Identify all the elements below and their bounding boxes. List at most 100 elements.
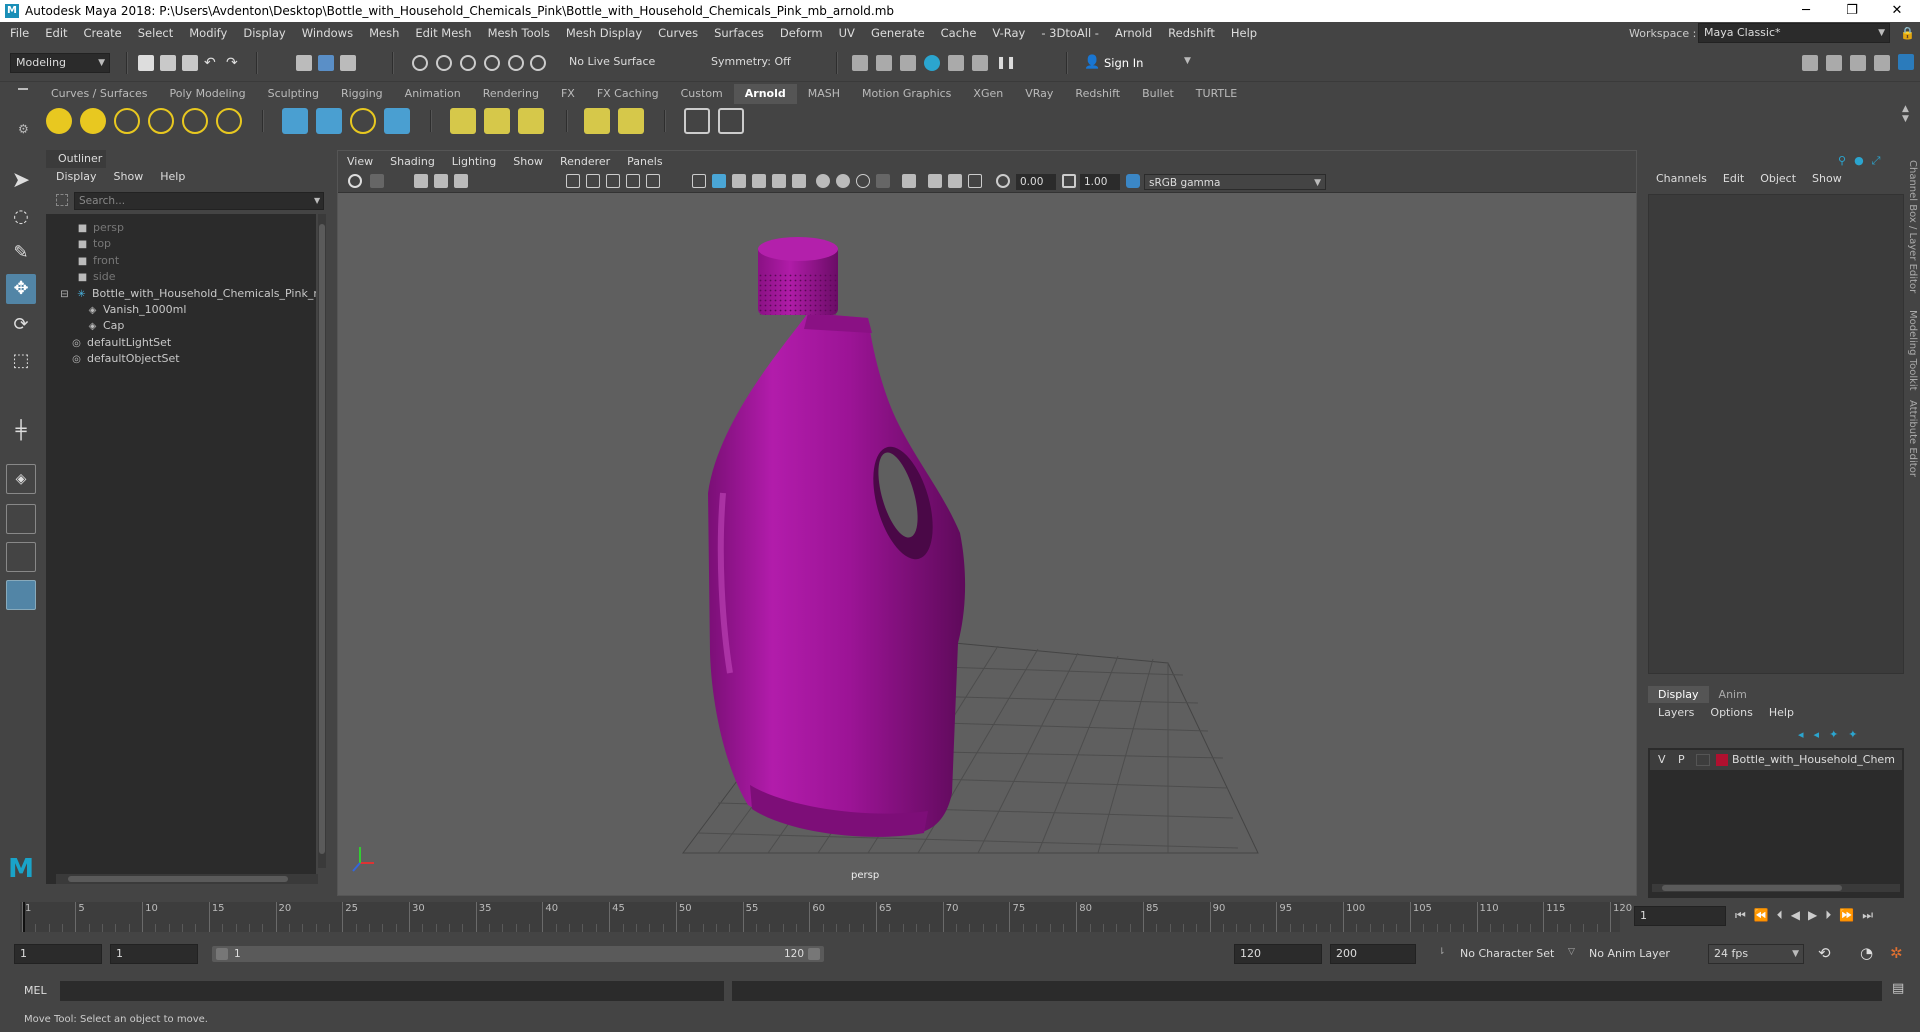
close-button[interactable]: ✕ — [1874, 0, 1920, 22]
move-tool-icon[interactable]: ✥ — [6, 274, 36, 304]
anti-aliasing-icon[interactable] — [856, 174, 870, 188]
viewport-menu-item[interactable]: Lighting — [443, 155, 504, 168]
open-scene-icon[interactable] — [160, 55, 176, 71]
menu-item[interactable]: Help — [1223, 26, 1265, 40]
menu-item[interactable]: - 3DtoAll - — [1033, 26, 1107, 40]
command-input[interactable] — [60, 981, 724, 1001]
channel-box-menu-item[interactable]: Channels — [1648, 172, 1715, 185]
loop-icon[interactable]: ⟲ — [1818, 944, 1831, 962]
arnold-play-render-icon[interactable] — [718, 108, 744, 134]
shelf-tab[interactable]: Motion Graphics — [851, 84, 962, 104]
arnold-physical-sky-icon[interactable] — [216, 108, 242, 134]
mode-dropdown[interactable]: Modeling ▼ — [10, 53, 110, 73]
snap-grid-icon[interactable] — [412, 55, 428, 71]
step-back-frame-icon[interactable]: ⏴ — [1777, 908, 1783, 923]
animation-start-field[interactable]: 1 — [14, 944, 102, 964]
pause-icon[interactable]: ❚❚ — [996, 55, 1016, 71]
menu-item[interactable]: Surfaces — [706, 26, 772, 40]
menu-item[interactable]: V-Ray — [984, 26, 1033, 40]
arnold-snapshot-icon[interactable] — [618, 108, 644, 134]
image-plane-icon[interactable] — [434, 174, 448, 188]
arnold-render-icon[interactable] — [972, 55, 988, 71]
xray-icon[interactable] — [928, 174, 942, 188]
exposure-field[interactable]: 0.00 — [1016, 174, 1056, 190]
snap-surface-icon[interactable] — [508, 55, 524, 71]
arnold-volume-icon[interactable] — [316, 108, 342, 134]
use-all-lights-icon[interactable] — [772, 174, 786, 188]
script-language-label[interactable]: MEL — [24, 984, 47, 997]
channel-box-menu-item[interactable]: Object — [1752, 172, 1804, 185]
chevron-down-icon[interactable]: ▼ — [314, 196, 320, 205]
scale-tool-icon[interactable]: ⬚ — [6, 346, 36, 376]
shelf-tab[interactable]: VRay — [1014, 84, 1064, 104]
bookmark-icon[interactable] — [414, 174, 428, 188]
shelf-tab[interactable]: Rendering — [472, 84, 550, 104]
film-gate-icon[interactable] — [586, 174, 600, 188]
new-layer-icon[interactable]: ✦ — [1829, 728, 1838, 741]
shelf-menu-icon[interactable] — [18, 88, 28, 90]
playback-start-field[interactable]: 1 — [110, 944, 198, 964]
move-layer-down-icon[interactable]: ◂ — [1814, 728, 1820, 741]
arnold-curve-icon[interactable] — [350, 108, 376, 134]
menu-item[interactable]: Edit Mesh — [407, 26, 479, 40]
go-to-end-icon[interactable]: ⏭ — [1862, 908, 1873, 923]
undo-icon[interactable]: ↶ — [204, 55, 220, 71]
snap-view-icon[interactable] — [484, 55, 500, 71]
layer-editor-tab[interactable]: Display — [1648, 686, 1709, 703]
layer-menu-item[interactable]: Layers — [1648, 706, 1700, 719]
arnold-license-icon[interactable] — [518, 108, 544, 134]
shelf-tab[interactable]: Poly Modeling — [159, 84, 257, 104]
shelf-tab[interactable]: Arnold — [733, 84, 797, 104]
script-editor-icon[interactable]: ▤ — [1892, 981, 1904, 996]
range-start-handle[interactable] — [216, 948, 228, 960]
viewport-menu-item[interactable]: Shading — [381, 155, 443, 168]
viewport-menu-item[interactable]: Renderer — [551, 155, 618, 168]
scroll-thumb[interactable] — [68, 876, 288, 882]
side-tab[interactable]: Channel Box / Layer Editor — [1907, 160, 1918, 293]
ambient-occlusion-icon[interactable] — [816, 174, 830, 188]
layer-editor-tab[interactable]: Anim — [1709, 686, 1757, 703]
filter-icon[interactable] — [56, 194, 68, 206]
arnold-tx-manager-icon[interactable] — [450, 108, 476, 134]
lock-icon[interactable]: 🔒 — [1900, 26, 1915, 40]
live-surface-field[interactable]: No Live Surface — [564, 53, 664, 73]
shelf-tab[interactable]: Rigging — [330, 84, 394, 104]
shelf-gear-icon[interactable]: ⚙ — [18, 122, 29, 136]
step-forward-frame-icon[interactable]: ⏵ — [1825, 908, 1831, 923]
smooth-shade-icon[interactable] — [712, 174, 726, 188]
layer-display-type[interactable] — [1696, 754, 1710, 766]
shelf-tab[interactable]: Bullet — [1131, 84, 1185, 104]
help-icon[interactable]: ● — [1854, 154, 1864, 168]
select-object-icon[interactable] — [318, 55, 334, 71]
go-to-start-icon[interactable]: ⏮ — [1735, 908, 1746, 923]
shelf-tab[interactable]: TURTLE — [1185, 84, 1248, 104]
tool-settings-icon[interactable] — [1874, 55, 1890, 71]
new-scene-icon[interactable] — [138, 55, 154, 71]
gamma-field[interactable]: 1.00 — [1080, 174, 1120, 190]
snap-rotate-icon[interactable] — [530, 55, 546, 71]
depth-of-field-icon[interactable] — [876, 174, 890, 188]
layer-visibility-toggle[interactable]: V — [1658, 750, 1666, 770]
arnold-standin-icon[interactable] — [282, 108, 308, 134]
shelf-tab[interactable]: FX — [550, 84, 586, 104]
select-tool-icon[interactable]: ➤ — [6, 166, 36, 196]
menu-item[interactable]: Cache — [933, 26, 985, 40]
arnold-ipr-icon[interactable] — [584, 108, 610, 134]
select-hierarchy-icon[interactable] — [296, 55, 312, 71]
outliner-menu-item[interactable]: Display — [46, 170, 104, 183]
auto-key-icon[interactable]: ◔ — [1860, 944, 1873, 962]
play-forward-icon[interactable]: ▶ — [1808, 908, 1817, 923]
menu-item[interactable]: Windows — [294, 26, 361, 40]
arnold-render-view-icon[interactable] — [684, 108, 710, 134]
gate-mask-icon[interactable] — [626, 174, 640, 188]
scroll-thumb[interactable] — [319, 224, 325, 854]
arnold-flush-cache-icon[interactable] — [484, 108, 510, 134]
paint-select-tool-icon[interactable]: ✎ — [6, 238, 36, 268]
menu-item[interactable]: Deform — [772, 26, 831, 40]
field-chart-icon[interactable] — [646, 174, 660, 188]
menu-item[interactable]: Mesh Tools — [480, 26, 558, 40]
color-space-dropdown[interactable]: sRGB gamma ▼ — [1144, 174, 1326, 190]
motion-blur-icon[interactable] — [836, 174, 850, 188]
layer-menu-item[interactable]: Help — [1759, 706, 1800, 719]
layer-playback-toggle[interactable]: P — [1678, 750, 1685, 770]
